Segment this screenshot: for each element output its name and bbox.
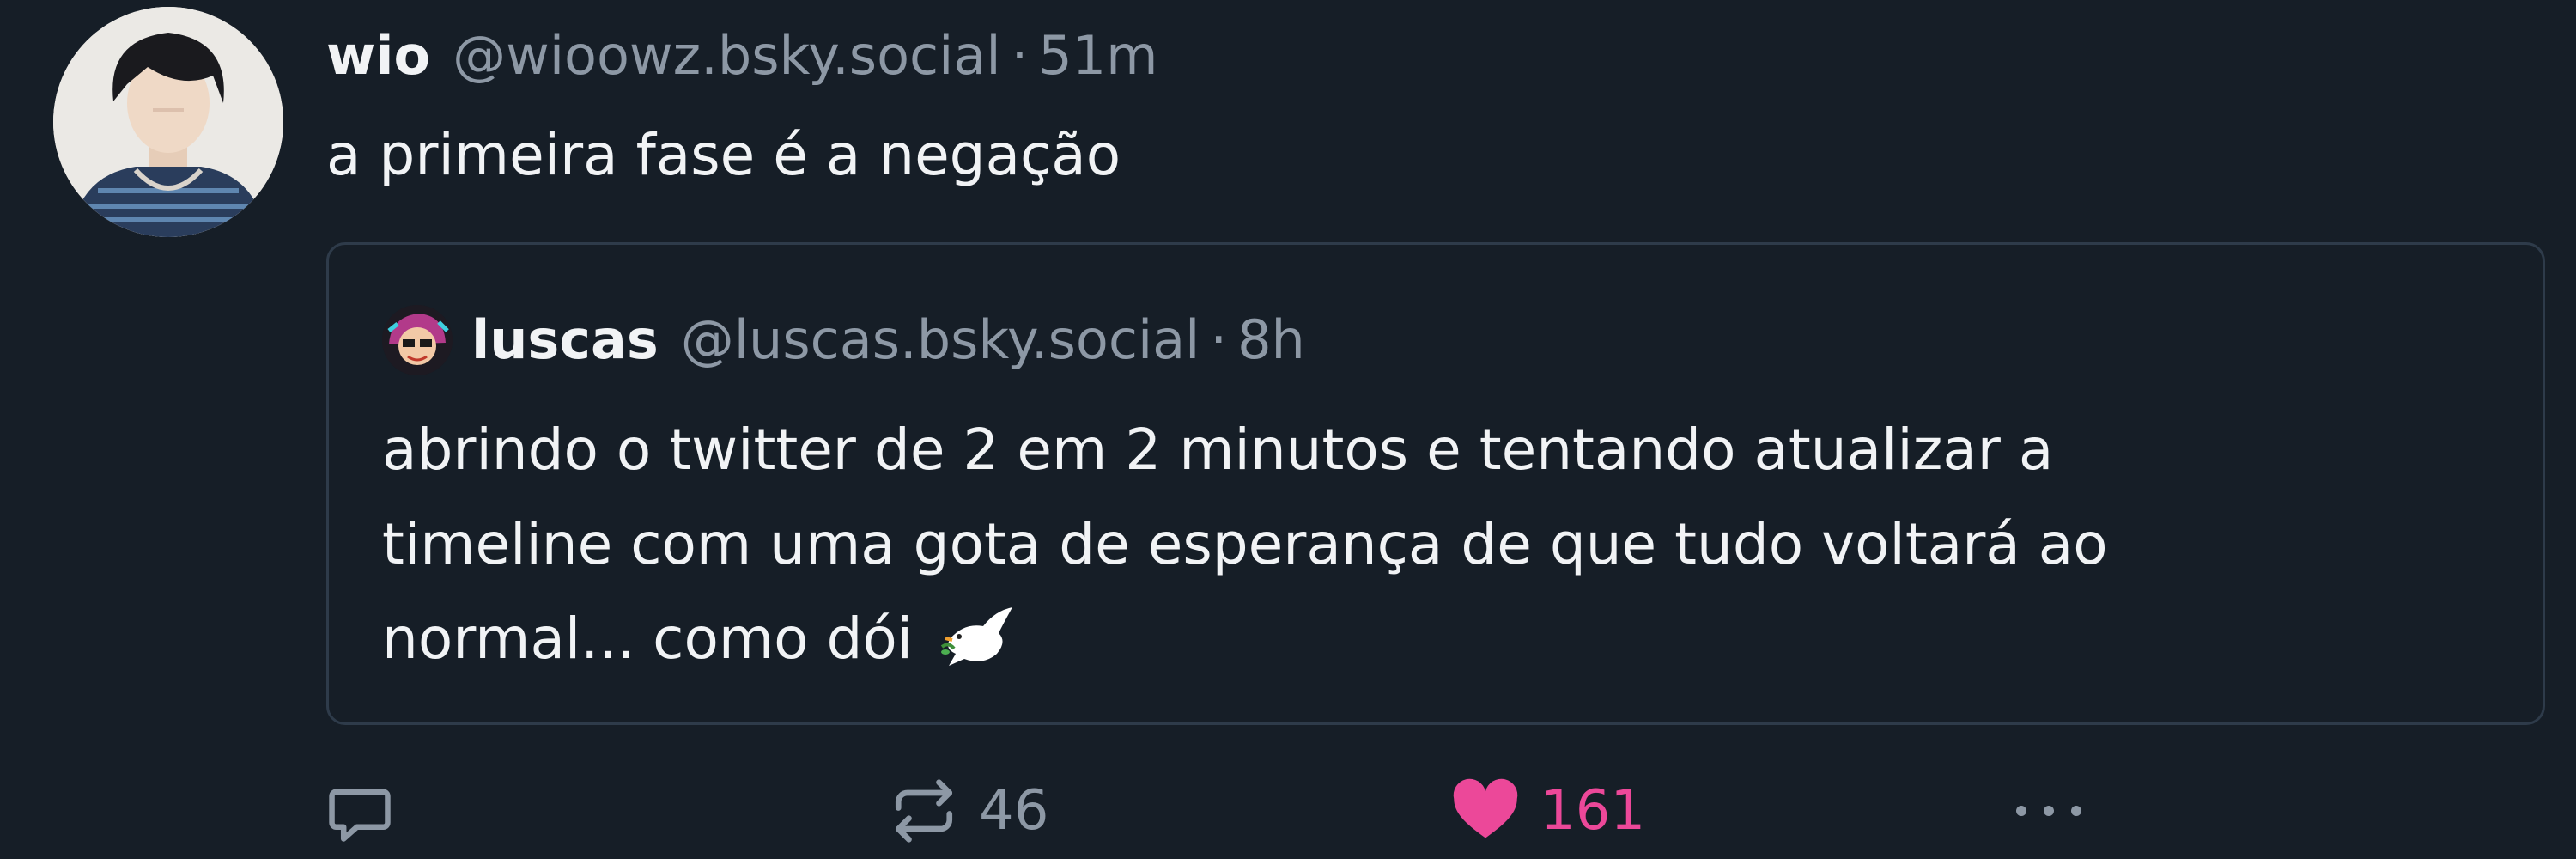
quote-text: abrindo o twitter de 2 em 2 minutos e te… bbox=[382, 403, 2477, 686]
author-handle[interactable]: @wioowz.bsky.social bbox=[453, 19, 1000, 93]
quote-text-line: abrindo o twitter de 2 em 2 minutos e te… bbox=[382, 417, 2054, 483]
repost-button[interactable]: 46 bbox=[888, 768, 1048, 854]
repost-count: 46 bbox=[979, 779, 1049, 843]
author-avatar[interactable] bbox=[53, 7, 283, 237]
quote-author-avatar[interactable] bbox=[382, 305, 453, 375]
post-text: a primeira fase é a negação bbox=[326, 122, 1121, 188]
avatar-photo-icon bbox=[53, 7, 283, 237]
more-options-button[interactable] bbox=[2009, 768, 2088, 854]
like-count: 161 bbox=[1540, 779, 1646, 843]
quote-text-line: timeline com uma gota de esperança de qu… bbox=[382, 511, 2108, 577]
more-icon bbox=[2016, 806, 2081, 816]
quote-separator-dot: · bbox=[1210, 308, 1228, 371]
heart-icon bbox=[1453, 778, 1518, 838]
quote-header: luscas @luscas.bsky.social · 8h bbox=[382, 303, 1305, 377]
quote-timestamp[interactable]: 8h bbox=[1237, 303, 1305, 377]
quote-post-card[interactable]: luscas @luscas.bsky.social · 8h abrindo … bbox=[326, 242, 2545, 725]
quote-text-line-content: normal... como dói bbox=[382, 606, 914, 672]
quote-text-line: normal... como dói bbox=[382, 592, 2477, 686]
avatar-cartoon-icon bbox=[382, 305, 453, 375]
post-timestamp[interactable]: 51m bbox=[1038, 19, 1157, 93]
author-name[interactable]: wio bbox=[326, 19, 430, 93]
quote-author-handle[interactable]: @luscas.bsky.social bbox=[681, 303, 1200, 377]
post-header: wio @wioowz.bsky.social · 51m bbox=[326, 19, 1158, 93]
like-button[interactable]: 161 bbox=[1449, 768, 1645, 854]
repost-icon bbox=[895, 779, 953, 843]
separator-dot: · bbox=[1011, 24, 1029, 87]
reply-button[interactable] bbox=[325, 768, 395, 854]
dove-icon bbox=[940, 606, 1013, 666]
reply-icon bbox=[329, 789, 391, 842]
quote-author-name[interactable]: luscas bbox=[471, 303, 659, 377]
